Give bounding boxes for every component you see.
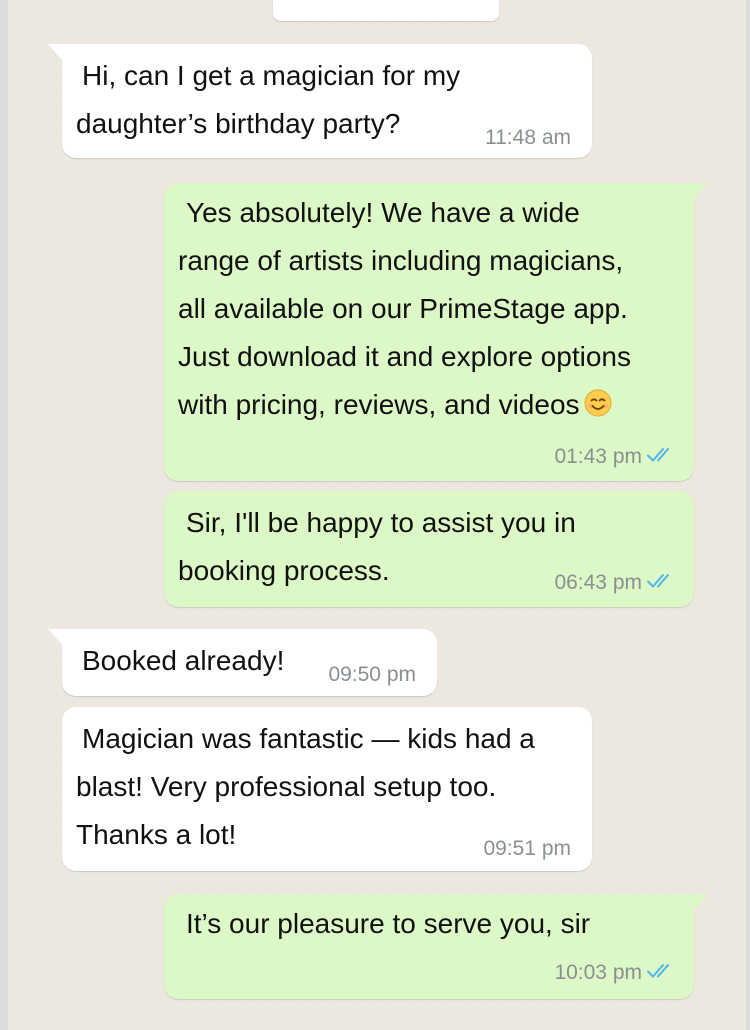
message-meta: 01:43 pm: [554, 445, 676, 469]
message-timestamp: 06:43 pm: [554, 571, 642, 594]
message-timestamp: 11:48 am: [485, 126, 571, 149]
message-text-line: Yes absolutely! We have a wide: [186, 197, 580, 228]
message-meta: 06:43 pm: [554, 571, 676, 595]
message-text-line: daughter’s birthday party?: [76, 108, 401, 139]
message-text-line: Sir, I'll be happy to assist you in: [186, 507, 576, 538]
message-bubble-incoming[interactable]: Hi, can I get a magician for my daughter…: [48, 44, 592, 158]
message-text-line: Booked already!: [82, 645, 285, 676]
message-bubble-incoming[interactable]: Booked already! 09:50 pm: [48, 629, 437, 696]
window-left-border: [0, 0, 8, 1030]
message-text-line: Hi, can I get a magician for my: [82, 60, 461, 91]
smiling-face-icon: [584, 389, 612, 417]
message-timestamp: 01:43 pm: [554, 445, 642, 468]
double-check-read-icon: [647, 574, 669, 588]
window-right-border: [746, 0, 750, 1030]
message-text-line: Magician was fantastic — kids had a: [82, 723, 535, 754]
message-timestamp: 09:50 pm: [328, 663, 416, 686]
message-text-fragment: with pricing, reviews, and videos: [178, 389, 580, 420]
message-timestamp: 09:51 pm: [483, 837, 571, 860]
message-text-line: all available on our PrimeStage app.: [178, 293, 628, 324]
message-text-line: Thanks a lot!: [76, 819, 237, 850]
message-text-line: with pricing, reviews, and videos: [178, 381, 612, 429]
message-bubble-outgoing[interactable]: It’s our pleasure to serve you, sir 10:0…: [164, 894, 708, 999]
message-text-line: Just download it and explore options: [178, 341, 631, 372]
previous-message-bubble: [273, 0, 499, 21]
message-timestamp: 10:03 pm: [554, 961, 642, 984]
message-text-line: booking process.: [178, 555, 390, 586]
message-bubble-incoming[interactable]: Magician was fantastic — kids had a blas…: [62, 707, 592, 871]
double-check-read-icon: [647, 448, 669, 462]
chat-area[interactable]: Hi, can I get a magician for my daughter…: [8, 0, 746, 1030]
double-check-read-icon: [647, 964, 669, 978]
message-bubble-outgoing[interactable]: Yes absolutely! We have a wide range of …: [164, 183, 708, 481]
message-text-line: range of artists including magicians,: [178, 245, 624, 276]
message-meta: 10:03 pm: [554, 961, 676, 985]
message-text-line: blast! Very professional setup too.: [76, 771, 497, 802]
message-text-line: It’s our pleasure to serve you, sir: [186, 908, 591, 939]
message-bubble-outgoing[interactable]: Sir, I'll be happy to assist you in book…: [164, 491, 694, 607]
